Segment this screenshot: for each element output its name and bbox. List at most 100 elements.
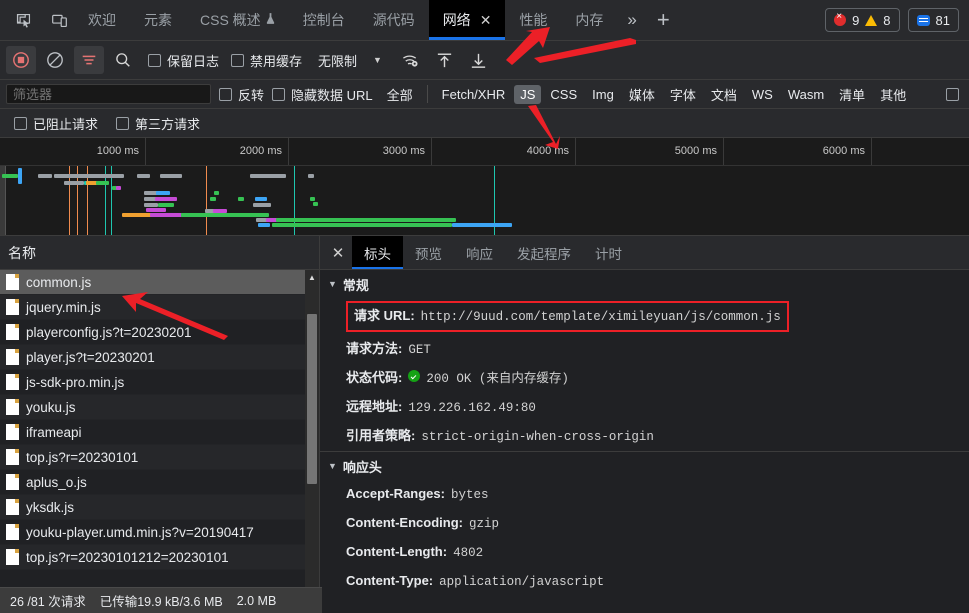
import-har-icon[interactable] bbox=[430, 46, 460, 74]
filter-label: Fetch/XHR bbox=[441, 86, 506, 102]
table-row[interactable]: yksdk.js bbox=[0, 495, 305, 520]
throttling-dropdown[interactable]: 无限制 ▼ bbox=[312, 48, 388, 73]
field-key: 状态代码: bbox=[346, 370, 403, 385]
general-section-header[interactable]: ▼ 常规 bbox=[320, 270, 969, 298]
tab-memory[interactable]: 内存 bbox=[561, 0, 617, 40]
overview-bar bbox=[310, 197, 315, 201]
overview-bar bbox=[181, 213, 269, 217]
request-list-header[interactable]: 名称 bbox=[0, 236, 319, 270]
filter-type-img[interactable]: Img bbox=[586, 85, 620, 104]
field-value: 4802 bbox=[453, 546, 484, 560]
tab-performance[interactable]: 性能 bbox=[505, 0, 561, 40]
tab-console[interactable]: 控制台 bbox=[289, 0, 359, 40]
table-row[interactable]: playerconfig.js?t=20230201 bbox=[0, 320, 305, 345]
hide-data-urls-label: 隐藏数据 URL bbox=[291, 87, 373, 103]
filter-type-other[interactable]: 其他 bbox=[874, 83, 912, 106]
filter-type-fetch-xhr[interactable]: Fetch/XHR bbox=[436, 85, 512, 104]
tab-css-overview[interactable]: CSS 概述 bbox=[186, 0, 289, 40]
request-list-scrollbar[interactable]: ▲ ▼ bbox=[305, 270, 319, 613]
record-button[interactable] bbox=[6, 46, 36, 74]
filter-type-js[interactable]: JS bbox=[514, 84, 542, 104]
filter-label: 媒体 bbox=[628, 87, 655, 103]
filter-type-font[interactable]: 字体 bbox=[664, 83, 702, 106]
hide-data-urls-checkbox[interactable]: 隐藏数据 URL bbox=[272, 85, 373, 104]
table-row[interactable]: iframeapi bbox=[0, 420, 305, 445]
info-counter[interactable]: 81 bbox=[907, 8, 959, 32]
tab-elements[interactable]: 元素 bbox=[130, 0, 186, 40]
request-count: 26 /81 次请求 bbox=[10, 595, 86, 609]
table-row[interactable]: common.js bbox=[0, 270, 305, 295]
filter-type-ws[interactable]: WS bbox=[746, 85, 779, 104]
details-body: ▼ 常规 请求 URL: http://9uud.com/template/xi… bbox=[320, 270, 969, 613]
table-row[interactable]: js-sdk-pro.min.js bbox=[0, 370, 305, 395]
table-row[interactable]: aplus_o.js bbox=[0, 470, 305, 495]
tabbar-right: 9 8 81 bbox=[825, 0, 969, 40]
filter-type-doc[interactable]: 文档 bbox=[705, 83, 743, 106]
close-details-icon[interactable]: ✕ bbox=[324, 236, 352, 269]
request-details-panel: ✕ 标头 预览 响应 发起程序 计时 ▼ 常规 请求 URL: http://9… bbox=[320, 236, 969, 613]
tab-headers[interactable]: 标头 bbox=[352, 236, 403, 269]
request-method-row: 请求方法: GET bbox=[320, 335, 969, 364]
overview-bar bbox=[253, 203, 271, 207]
tab-label: 内存 bbox=[575, 12, 604, 28]
invert-checkbox[interactable]: 反转 bbox=[219, 85, 264, 104]
overview-bar bbox=[156, 191, 170, 195]
scrollbar-thumb[interactable] bbox=[307, 314, 317, 484]
device-toolbar-icon[interactable] bbox=[44, 5, 74, 35]
table-row[interactable]: top.js?r=20230101212=20230101 bbox=[0, 545, 305, 570]
tab-network[interactable]: 网络 ✕ bbox=[428, 0, 506, 40]
issue-counters[interactable]: 9 8 bbox=[825, 8, 900, 32]
request-name: player.js?t=20230201 bbox=[26, 349, 155, 365]
clear-button[interactable] bbox=[40, 46, 70, 74]
tab-welcome[interactable]: 欢迎 bbox=[74, 0, 130, 40]
tab-timing[interactable]: 计时 bbox=[583, 236, 634, 269]
response-headers-header[interactable]: ▼ 响应头 bbox=[320, 452, 969, 480]
request-name: playerconfig.js?t=20230201 bbox=[26, 324, 192, 340]
disable-cache-checkbox[interactable]: 禁用缓存 bbox=[231, 51, 302, 70]
search-icon[interactable] bbox=[108, 46, 138, 74]
add-panel-button[interactable]: + bbox=[647, 0, 680, 40]
overview-bar bbox=[54, 174, 124, 178]
overview-bar bbox=[2, 174, 18, 178]
network-conditions-icon[interactable] bbox=[396, 46, 426, 74]
search-input[interactable] bbox=[6, 84, 211, 104]
table-row[interactable]: youku.js bbox=[0, 395, 305, 420]
table-row[interactable]: jquery.min.js bbox=[0, 295, 305, 320]
filter-type-media[interactable]: 媒体 bbox=[623, 83, 661, 106]
filter-type-all[interactable]: 全部 bbox=[381, 83, 419, 106]
network-overview[interactable]: 1000 ms 2000 ms 3000 ms 4000 ms 5000 ms … bbox=[0, 138, 969, 236]
scroll-up-icon[interactable]: ▲ bbox=[305, 270, 319, 284]
tab-preview[interactable]: 预览 bbox=[403, 236, 454, 269]
export-har-icon[interactable] bbox=[464, 46, 494, 74]
table-row[interactable]: top.js?r=20230101 bbox=[0, 445, 305, 470]
table-row[interactable]: youku-player.umd.min.js?v=20190417 bbox=[0, 520, 305, 545]
tab-response[interactable]: 响应 bbox=[454, 236, 505, 269]
tab-initiator[interactable]: 发起程序 bbox=[505, 236, 583, 269]
tab-label: 标头 bbox=[364, 246, 391, 262]
blocked-requests-checkbox[interactable]: 已阻止请求 bbox=[14, 114, 98, 133]
third-party-checkbox[interactable]: 第三方请求 bbox=[116, 114, 200, 133]
tab-label: 元素 bbox=[144, 12, 172, 28]
close-icon[interactable]: ✕ bbox=[480, 12, 492, 29]
field-value[interactable]: http://9uud.com/template/ximileyuan/js/c… bbox=[421, 307, 781, 328]
file-icon bbox=[6, 474, 19, 490]
field-key: 远程地址: bbox=[346, 399, 403, 414]
more-tabs-icon[interactable]: » bbox=[617, 0, 646, 40]
section-title: 常规 bbox=[342, 277, 369, 293]
field-value: bytes bbox=[450, 488, 489, 502]
caret-down-icon: ▼ bbox=[328, 279, 337, 289]
blocked-cookies-checkbox[interactable] bbox=[946, 87, 959, 101]
inspect-element-icon[interactable] bbox=[8, 5, 38, 35]
preserve-log-checkbox[interactable]: 保留日志 bbox=[148, 51, 219, 70]
third-party-label: 第三方请求 bbox=[135, 116, 201, 132]
invert-label: 反转 bbox=[238, 87, 265, 103]
table-row[interactable]: player.js?t=20230201 bbox=[0, 345, 305, 370]
filter-type-wasm[interactable]: Wasm bbox=[782, 85, 830, 104]
overview-bar bbox=[64, 181, 84, 185]
filter-type-css[interactable]: CSS bbox=[544, 85, 583, 104]
tab-sources[interactable]: 源代码 bbox=[359, 0, 429, 40]
filter-type-manifest[interactable]: 清单 bbox=[833, 83, 871, 106]
filter-toggle-button[interactable] bbox=[74, 46, 104, 74]
overview-bar bbox=[155, 197, 177, 201]
throttling-value: 无限制 bbox=[318, 53, 358, 69]
